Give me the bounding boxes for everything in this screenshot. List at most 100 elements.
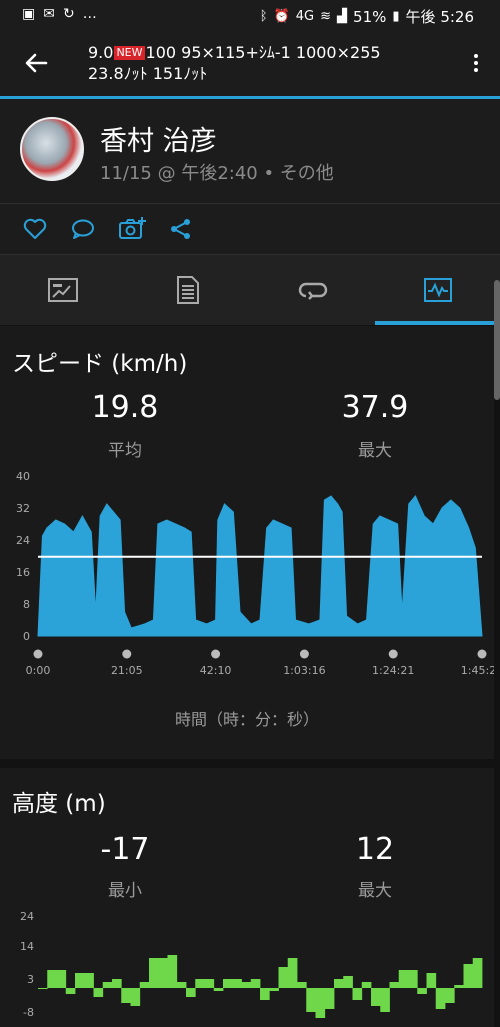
tab-laps[interactable]	[250, 255, 375, 325]
altitude-bar	[84, 973, 94, 988]
altitude-bar	[186, 988, 196, 997]
x-tick-dot	[211, 649, 221, 659]
altitude-bar	[223, 979, 233, 988]
altitude-title: 高度 (m)	[12, 791, 106, 817]
x-tick-dot	[122, 649, 132, 659]
altitude-bar	[426, 973, 437, 988]
altitude-bar	[232, 979, 242, 988]
altitude-bar	[343, 976, 353, 988]
altitude-bar	[269, 988, 279, 991]
speed-chart[interactable]: 40 32 24 16 8 0 0:00 21:05 42:10 1:03:16 1:24:21 1:…	[0, 466, 494, 696]
altitude-bar	[315, 988, 326, 1018]
add-photo-icon[interactable]	[118, 216, 146, 242]
tab-overview[interactable]	[0, 255, 125, 325]
altitude-bar	[112, 979, 122, 988]
altitude-chart[interactable]: 24 14 3 -8	[0, 908, 494, 1027]
max-speed-label: 最大	[358, 441, 392, 461]
min-altitude-value: -17	[100, 832, 150, 867]
avg-speed-label: 平均	[108, 441, 142, 461]
speed-area	[37, 495, 483, 637]
like-heart-icon[interactable]	[22, 216, 48, 242]
avg-speed-value: 19.8	[91, 390, 159, 425]
wifi-icon: ≋	[320, 9, 332, 24]
avatar[interactable]	[20, 117, 84, 181]
altitude-bar	[380, 988, 390, 1012]
app-bar: 9.0 NEW 100 95×115+ｼﾑ-1 1000×255 23.8ﾉｯﾄ 1…	[0, 32, 500, 96]
document-list-icon	[176, 276, 199, 304]
more-notifications-icon: …	[82, 6, 97, 22]
activity-subtitle: 11/15 @ 午後2:40 • その他	[100, 163, 334, 184]
mail-icon: ✉	[43, 6, 55, 22]
new-badge: NEW	[114, 46, 145, 60]
speed-title: スピード (km/h)	[12, 351, 188, 377]
overflow-menu-icon[interactable]	[472, 52, 480, 76]
altitude-bar	[56, 970, 67, 988]
tab-details[interactable]	[125, 255, 250, 325]
user-name[interactable]: 香村 治彦	[100, 119, 217, 158]
comment-icon[interactable]	[70, 216, 96, 242]
scrollbar[interactable]	[494, 280, 500, 400]
x-tick-dot	[477, 649, 487, 659]
altitude-bar	[306, 988, 316, 1012]
summary-chart-icon	[47, 278, 78, 302]
altitude-bar	[260, 988, 270, 1000]
altitude-bar	[287, 958, 298, 988]
bluetooth-icon: ᛒ	[259, 9, 268, 24]
activity-title: 9.0 NEW 100 95×115+ｼﾑ-1 1000×255 23.8ﾉｯﾄ 1…	[88, 43, 381, 83]
altitude-bar	[139, 982, 150, 988]
altitude-bar	[65, 988, 76, 994]
altitude-bar	[149, 958, 159, 988]
lap-loop-icon	[298, 282, 327, 300]
altitude-card: 高度 (m) -17 最小 12 最大 24 14 3 -8	[0, 768, 494, 1027]
x-axis-label: 時間（時：分：秒）	[174, 710, 319, 729]
altitude-bar	[417, 988, 427, 994]
x-tick-label: 0:00	[26, 664, 51, 677]
altitude-bar	[278, 967, 289, 988]
y-tick-label: 24	[16, 534, 30, 547]
altitude-bar	[472, 958, 483, 988]
altitude-bar	[324, 988, 335, 1009]
altitude-bar	[371, 988, 381, 1006]
altitude-bar	[176, 982, 187, 988]
battery-icon: ▮	[392, 9, 400, 24]
chart-pulse-icon	[423, 278, 452, 302]
altitude-bar	[352, 988, 363, 1000]
altitude-bar	[213, 988, 224, 991]
max-altitude-label: 最大	[358, 881, 392, 901]
altitude-bar	[167, 955, 178, 988]
system-icons: ᛒ ⏰ 4G ≋ ▟ 51% ▮ 午後 5:26	[260, 6, 474, 27]
altitude-bar	[102, 982, 113, 988]
altitude-bar	[454, 985, 464, 988]
y-tick-label: 32	[16, 502, 30, 515]
altitude-bar	[297, 982, 307, 988]
tab-bar	[0, 255, 500, 325]
share-icon[interactable]	[168, 216, 194, 242]
altitude-bar	[250, 979, 261, 988]
y-tick-label: 16	[16, 566, 30, 579]
tab-indicator	[375, 321, 500, 325]
altitude-bar	[93, 988, 104, 997]
activity-profile: 香村 治彦 11/15 @ 午後2:40 • その他	[0, 99, 500, 203]
y-tick-label: -8	[23, 1006, 34, 1019]
altitude-bar	[389, 982, 400, 988]
tab-charts[interactable]	[375, 255, 500, 325]
x-tick-label: 1:24:21	[372, 664, 414, 677]
x-tick-label: 21:05	[111, 664, 143, 677]
altitude-bar	[130, 988, 141, 1006]
alarm-icon: ⏰	[273, 9, 290, 24]
image-icon: ▣	[22, 6, 36, 22]
altitude-bar	[75, 973, 85, 988]
altitude-bar	[435, 988, 446, 1009]
max-speed-value: 37.9	[341, 390, 409, 425]
back-arrow-icon[interactable]	[22, 48, 50, 78]
max-altitude-value: 12	[355, 832, 395, 867]
altitude-bar	[158, 958, 168, 988]
notification-icons: ▣ ✉ ↻ …	[22, 6, 97, 22]
altitude-bar	[408, 970, 418, 988]
altitude-bar	[38, 988, 48, 989]
altitude-bar	[445, 988, 455, 1003]
altitude-bar	[241, 982, 252, 988]
y-tick-label: 0	[23, 630, 30, 643]
altitude-bar	[195, 979, 205, 988]
altitude-bar	[334, 979, 344, 988]
